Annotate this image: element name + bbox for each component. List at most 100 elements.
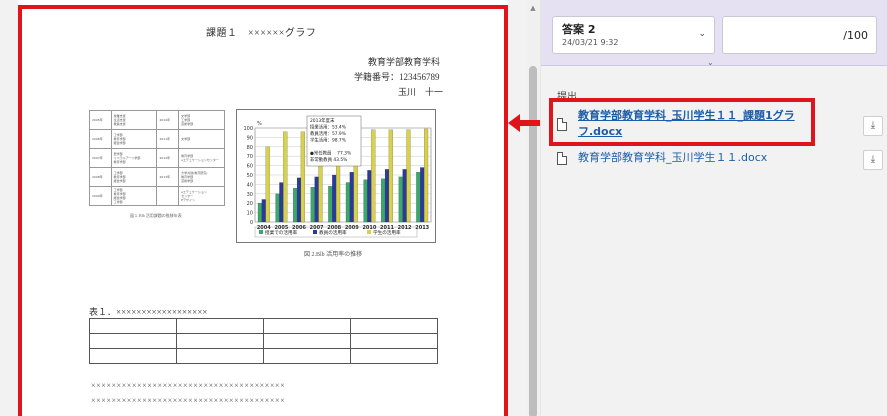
chart-bar [257,203,262,223]
empty-table-1 [89,318,438,364]
chart-bar [349,172,354,223]
chart-legend-swatch [259,230,263,234]
chart-y-tick-label: 80 [247,145,253,151]
chart-bar [345,182,350,223]
chart-bar [363,179,368,223]
placeholder-text-line: ×××××××××××××××××××××××××××××××××××××× [91,396,286,405]
table-cell: 2005年 [89,110,112,130]
table-row: 2005年 授業支援 生活支援 教員支援 2010年 文学部 工学部 芸術学部 [89,110,225,130]
draft-date: 24/03/21 9:32 [562,38,619,47]
chart-y-axis-label: % [257,121,262,127]
table-cell: 農学部 リベラルアーツ学部 教育学部 [110,148,158,168]
chart-bar [328,186,333,223]
chart-bar [384,169,390,223]
chart-bar [388,129,393,223]
chart-bar [406,129,411,223]
chevron-down-icon: ⌄ [698,29,706,39]
score-input[interactable]: /100 [722,16,877,54]
figure2-caption: 図 2.Blb 活用率の推移 [304,252,363,258]
chart-legend-swatch [367,230,371,234]
table-cell [156,186,180,206]
file-highlight-frame [549,98,815,146]
chart-bar [314,176,319,223]
submission-file-link[interactable]: 教育学部教育学科_玉川学生１１.docx [578,150,767,166]
table-cell: 2010年 [156,110,180,130]
chart-bar [402,169,407,223]
document-department: 教育学部教育学科 [368,57,441,67]
chart-x-tick-label: 2013 [415,225,429,231]
chart-y-tick-label: 40 [247,182,253,188]
table-cell: 大学共通(教育研究) 教育学部 芸術学部 [178,167,225,187]
table-cell: 工学部 教育学部 経営学部 [110,129,158,149]
download-icon[interactable]: ⤓ [863,150,883,170]
chart-y-tick-label: 10 [247,211,253,217]
table-cell: 2012年 [156,148,180,168]
chart-bar [261,199,266,223]
chart-bar [283,131,288,223]
chart-y-tick-label: 60 [247,164,253,170]
chart-bar [371,129,376,223]
chart-bar [310,187,315,223]
chart-bar [332,174,337,223]
scroll-up-icon[interactable]: ▲ [528,3,538,13]
chart-bar [296,177,302,223]
file-icon [557,152,567,165]
chart-bar [367,170,372,223]
chart-bar [398,176,403,223]
history-table-figure: 2005年 授業支援 生活支援 教員支援 2010年 文学部 工学部 芸術学部 2006年 工学部… [89,110,225,206]
chart-annotation-text: 非常勤教員 43.5% [310,156,347,163]
figure1-caption: 図１.Blb 活用課題の推移年表 [130,213,182,218]
table-cell: 授業支援 生活支援 教員支援 [110,110,158,130]
document-viewer: 課題１ ××××××グラフ 教育学部教育学科 学籍番号：123456789 玉川… [0,0,540,416]
table-cell: 2006年 [89,129,112,149]
table-cell: 工学部 教育学部 経営学部 工学部 [110,186,158,206]
table-row [89,348,438,364]
chart-annotation-text: 2013年度末 [310,117,335,124]
chart-bar [265,146,270,223]
chart-bar [279,182,284,223]
chart-legend-label: 授業での活用率 [265,229,298,236]
usage-rate-chart: 0 10 20 30 40 50 60 70 80 90 100% 2004 2005 2006 2007 2… [236,109,436,243]
table-cell: 2008年 [89,167,112,187]
table-cell: 工学部 教育学部 経営学部 [110,167,158,187]
chart-y-tick-label: 100 [243,126,253,132]
left-arrow-icon [508,114,540,132]
chart-bar [293,188,298,223]
chart-bar [381,178,386,223]
chart-bar [275,193,280,223]
document-student-id: 学籍番号：123456789 [354,72,440,82]
table-cell: 2007年 [89,148,112,168]
chart-y-tick-label: 20 [247,201,253,207]
chart-legend-label: 学生の活用率 [373,229,401,236]
chart-y-tick-label: 90 [247,135,253,141]
download-icon[interactable]: ⤓ [863,116,883,136]
chevron-down-icon[interactable]: ⌄ [707,58,714,67]
chart-canvas: 0102030405060708090100%2004 2005 2006 2007 2… [243,115,432,238]
table-cell: 2013年 [156,167,180,187]
chart-x-tick-label: 2009 [345,225,359,231]
table-cell: 2009年 [89,186,112,206]
placeholder-text-line: ×××××××××××××××××××××××××××××××××××××× [91,381,286,390]
table-cell: 文学部 工学部 芸術学部 [178,110,225,130]
table-row: 2007年 農学部 リベラルアーツ学部 教育学部 2012年 教育学部 eエデュケーションセ… [89,148,225,168]
chart-bar [424,128,429,223]
table-cell: 文学部 [178,129,225,149]
chart-annotation-text: 学生活用：98.7% [310,137,346,144]
chart-y-tick-label: 50 [247,173,253,179]
table-row [89,333,438,349]
document-title: 課題１ ××××××グラフ [206,28,317,39]
chart-annotation-text: 授業活用：53.4% [310,124,346,131]
draft-select[interactable]: 答案 2 24/03/21 9:32 ⌄ [552,16,715,54]
score-total: /100 [843,29,868,42]
draft-name: 答案 2 [562,23,596,36]
viewer-scrollbar[interactable]: ▲ [526,0,540,416]
chart-bar [300,131,305,223]
table-row: 2006年 工学部 教育学部 経営学部 2011年 文学部 [89,129,225,149]
chart-bar [420,167,425,223]
grade-bar: 答案 2 24/03/21 9:32 ⌄ /100 ⌄ [541,0,887,67]
table-cell: 教育学部 eエデュケーションセンター [178,148,225,168]
table1-caption: 表１．×××××××××××××××××× [89,307,208,317]
table-cell: eエデュケーション センター Eデザイン [178,186,225,206]
table-cell: 2011年 [156,129,180,149]
document-author: 玉川 十一 [398,87,444,97]
